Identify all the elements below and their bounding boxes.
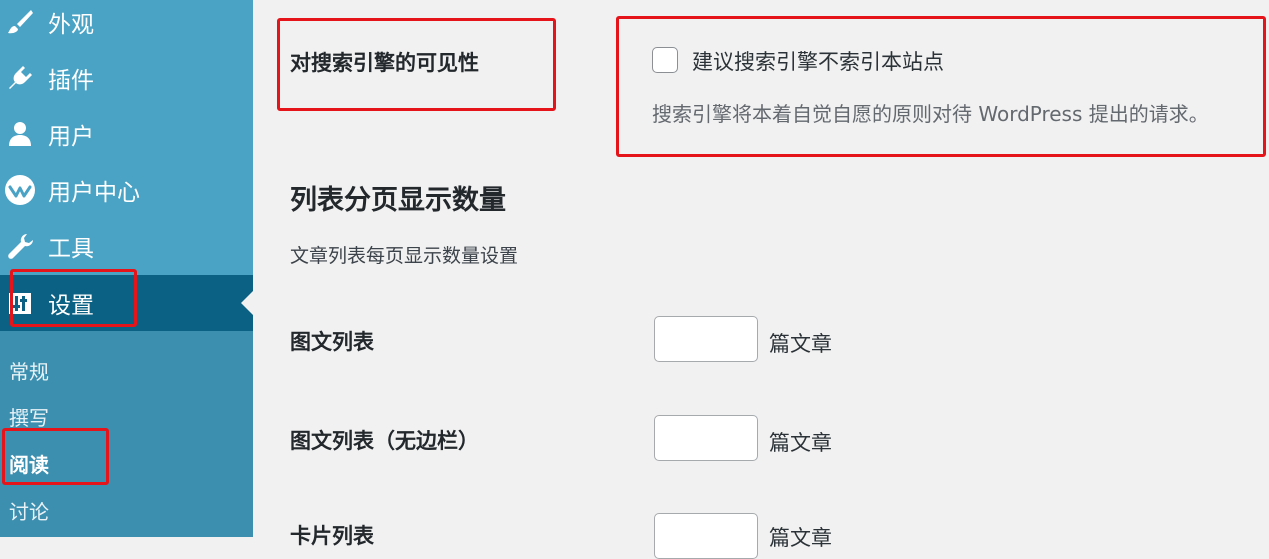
menu-label: 用户中心 (48, 180, 140, 206)
menu-item-appearance[interactable]: 外观 (0, 0, 253, 50)
pagination-section-description: 文章列表每页显示数量设置 (290, 245, 519, 267)
unit-label: 篇文章 (769, 332, 832, 356)
image-list-count-input[interactable] (654, 316, 758, 362)
unit-label: 篇文章 (769, 431, 832, 455)
submenu-item-general[interactable]: 常规 (9, 356, 49, 385)
paint-brush-icon (2, 4, 38, 40)
highlight-box-visibility-option (616, 16, 1266, 157)
submenu-item-discussion[interactable]: 讨论 (9, 496, 49, 525)
row-label-image-list-no-sidebar: 图文列表（无边栏） (290, 429, 479, 453)
user-center-icon (2, 172, 38, 208)
menu-item-settings[interactable]: 设置 (0, 275, 253, 331)
menu-label: 工具 (48, 236, 94, 262)
menu-label: 设置 (48, 293, 94, 319)
admin-sidebar: 外观 插件 用户 用户中心 工具 设置 常规 撰写 阅读 讨论 (0, 0, 253, 537)
submenu-item-reading[interactable]: 阅读 (9, 449, 49, 478)
pagination-section-title: 列表分页显示数量 (290, 185, 506, 216)
image-list-no-sidebar-count-input[interactable] (654, 415, 758, 461)
menu-item-tools[interactable]: 工具 (0, 218, 253, 274)
card-list-count-input[interactable] (654, 513, 758, 559)
settings-icon (2, 285, 38, 321)
plugin-icon (2, 60, 38, 96)
row-label-card-list: 卡片列表 (290, 524, 374, 548)
active-indicator (241, 291, 253, 315)
discourage-search-engines-checkbox[interactable] (652, 47, 678, 73)
menu-label: 插件 (48, 68, 94, 94)
settings-submenu: 常规 撰写 阅读 讨论 (0, 331, 253, 537)
discourage-search-engines-label[interactable]: 建议搜索引擎不索引本站点 (692, 46, 944, 76)
visibility-description: 搜索引擎将本着自觉自愿的原则对待 WordPress 提出的请求。 (652, 102, 1209, 126)
wrench-icon (2, 228, 38, 264)
menu-label: 外观 (48, 12, 94, 38)
visibility-heading: 对搜索引擎的可见性 (290, 51, 479, 75)
menu-item-plugins[interactable]: 插件 (0, 50, 253, 106)
submenu-item-writing[interactable]: 撰写 (9, 402, 49, 431)
menu-item-users[interactable]: 用户 (0, 106, 253, 162)
row-label-image-list: 图文列表 (290, 330, 374, 354)
menu-item-user-center[interactable]: 用户中心 (0, 162, 253, 218)
user-icon (2, 116, 38, 152)
unit-label: 篇文章 (769, 526, 832, 550)
menu-label: 用户 (48, 124, 94, 150)
